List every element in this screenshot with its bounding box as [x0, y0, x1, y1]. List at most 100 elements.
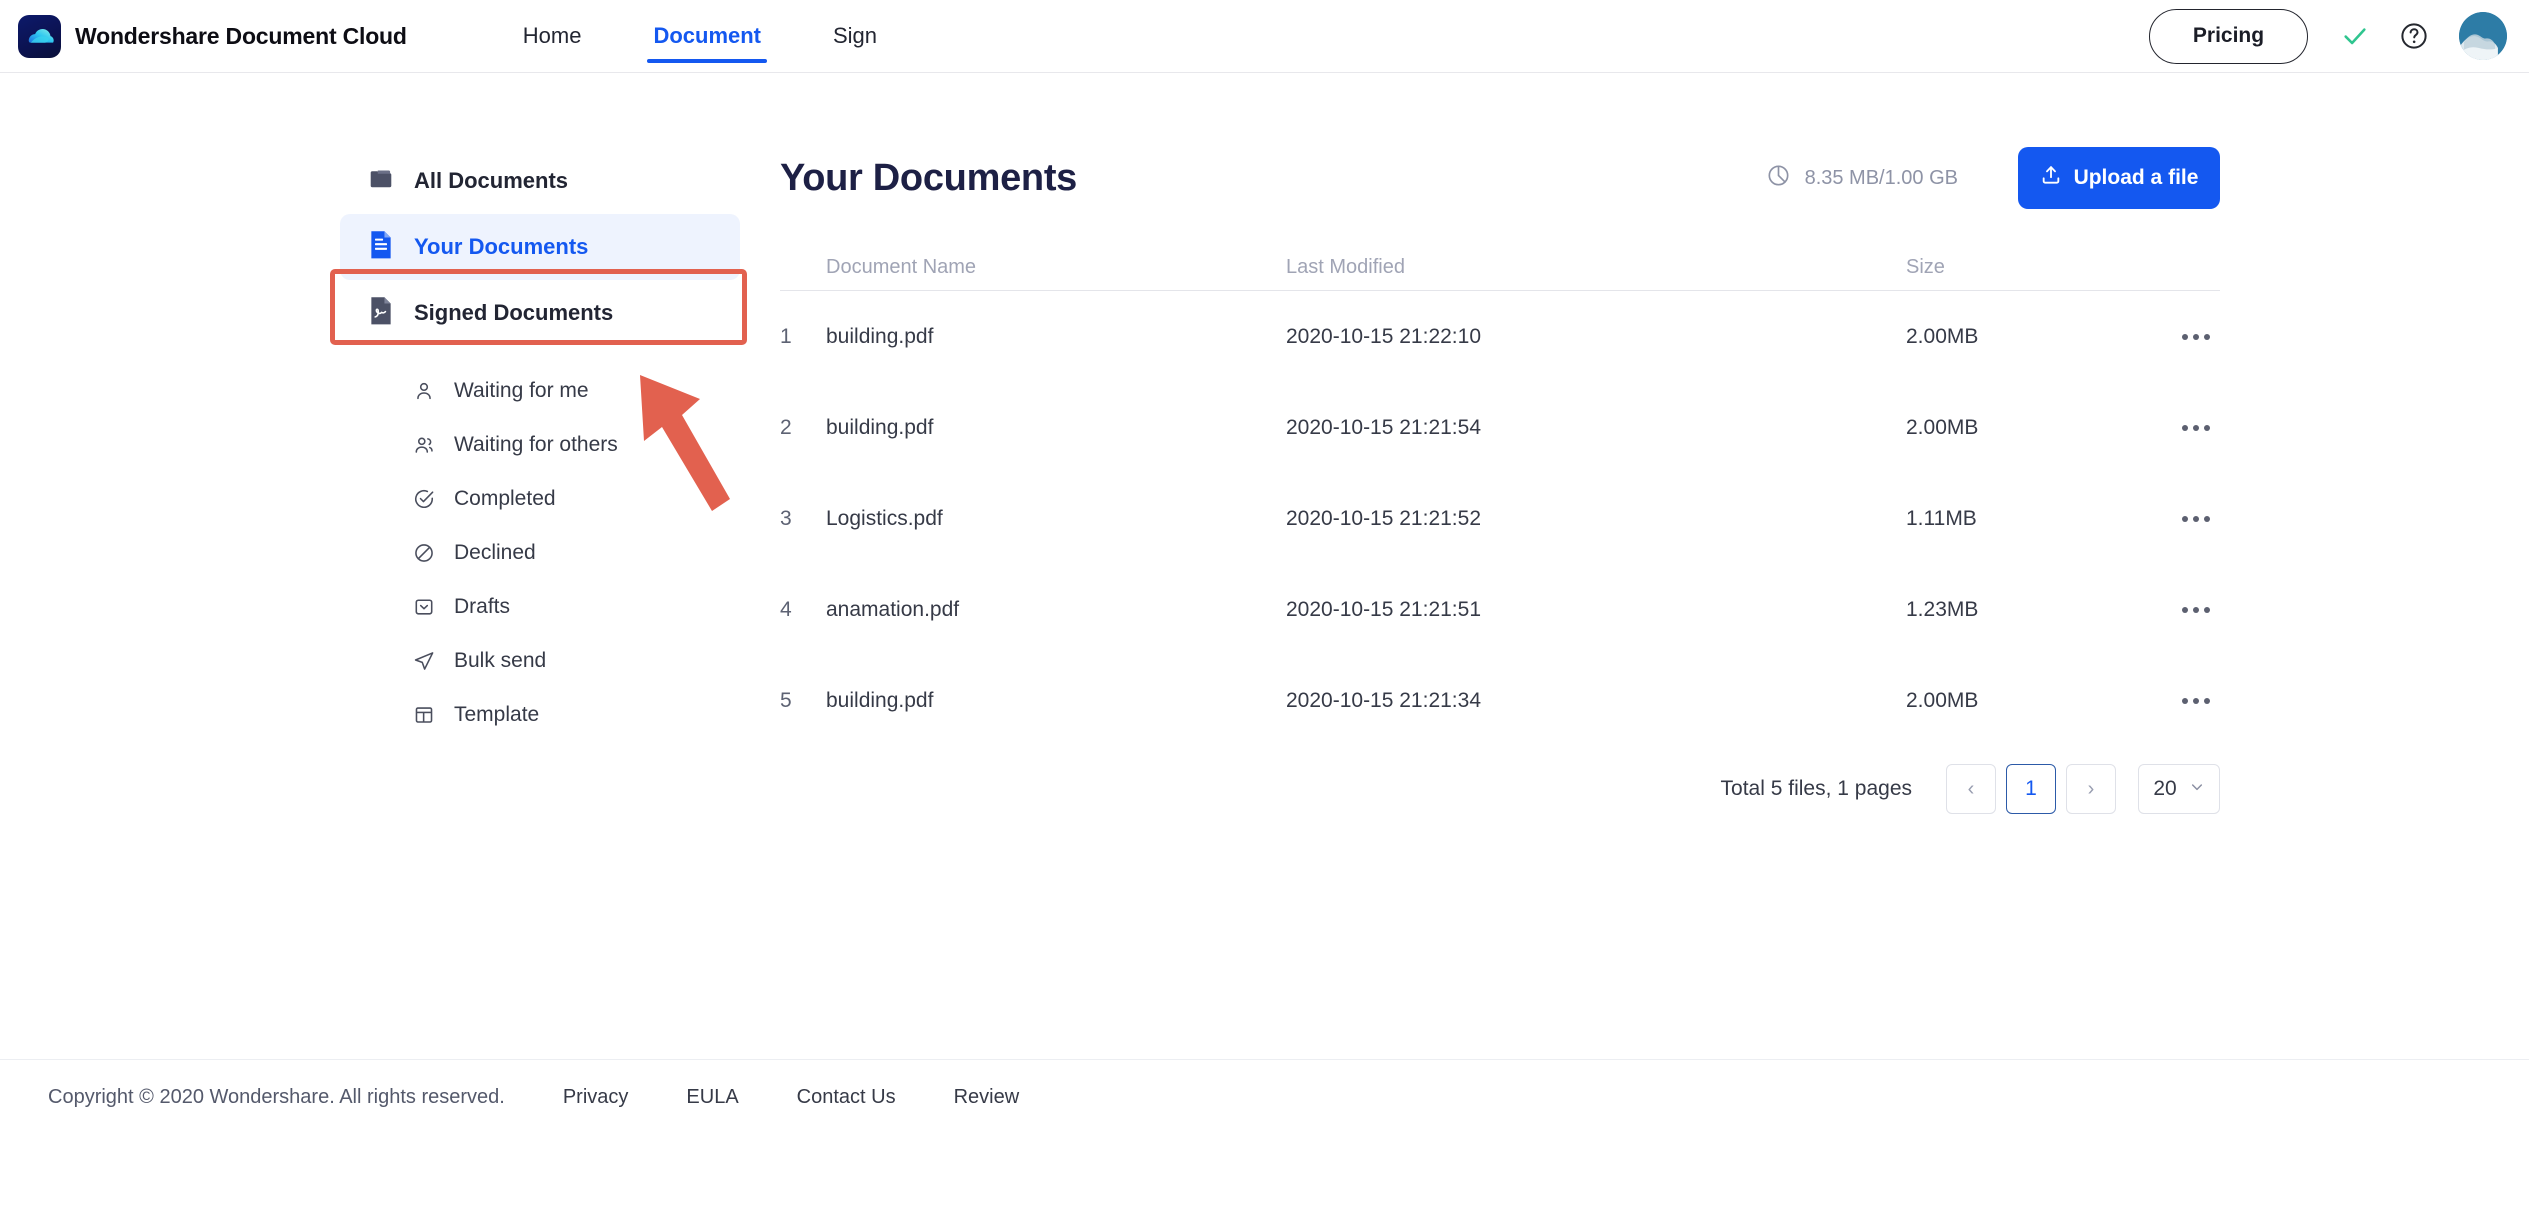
more-horizontal-icon[interactable] — [2172, 688, 2220, 714]
table-row[interactable]: 5 building.pdf 2020-10-15 21:21:34 2.00M… — [780, 655, 2220, 746]
pagination-page-1[interactable]: 1 — [2006, 764, 2056, 814]
check-circle-icon — [412, 487, 436, 511]
app-footer: Copyright © 2020 Wondershare. All rights… — [0, 1059, 2529, 1135]
sidebar-item-your-documents[interactable]: Your Documents — [340, 214, 740, 280]
row-document-name[interactable]: Logistics.pdf — [826, 507, 1286, 531]
page-size-value: 20 — [2153, 777, 2177, 800]
more-horizontal-icon[interactable] — [2172, 597, 2220, 623]
row-size: 1.23MB — [1906, 597, 1979, 621]
sidebar-item-label: Waiting for others — [454, 433, 618, 456]
table-header-row: Document Name Last Modified Size — [780, 245, 2220, 291]
upload-a-file-button[interactable]: Upload a file — [2018, 147, 2220, 209]
sidebar-item-template[interactable]: Template — [340, 688, 760, 742]
nav-item-document[interactable]: Document — [631, 0, 783, 73]
sidebar-item-signed-documents[interactable]: Signed Documents — [340, 280, 760, 346]
question-mark-icon[interactable] — [2399, 21, 2429, 51]
copyright-text: Copyright © 2020 Wondershare. All rights… — [48, 1086, 505, 1108]
user-avatar[interactable] — [2459, 12, 2507, 60]
row-last-modified: 2020-10-15 21:21:51 — [1286, 597, 1481, 621]
more-horizontal-icon[interactable] — [2172, 415, 2220, 441]
main-header: Your Documents 8.35 MB/1.00 GB Upload a … — [780, 133, 2220, 223]
row-size: 1.11MB — [1906, 506, 1977, 530]
table-row[interactable]: 3 Logistics.pdf 2020-10-15 21:21:52 1.11… — [780, 473, 2220, 564]
row-document-name[interactable]: building.pdf — [826, 325, 1286, 349]
person-icon — [412, 379, 436, 403]
pagination: Total 5 files, 1 pages ‹ 1 › 20 — [780, 764, 2220, 814]
row-document-name[interactable]: anamation.pdf — [826, 598, 1286, 622]
sidebar-item-label: Your Documents — [414, 234, 589, 259]
column-header-last-modified: Last Modified — [1286, 256, 1405, 278]
footer-link-privacy[interactable]: Privacy — [563, 1086, 629, 1109]
page-body: All Documents Your Documents Signed Docu… — [0, 73, 2529, 1135]
column-header-document-name: Document Name — [826, 256, 977, 278]
row-last-modified: 2020-10-15 21:21:34 — [1286, 688, 1481, 712]
header-actions: Pricing — [2149, 8, 2507, 64]
table-row[interactable]: 4 anamation.pdf 2020-10-15 21:21:51 1.23… — [780, 564, 2220, 655]
cloud-logo-icon — [18, 14, 61, 58]
brand-name: Wondershare Document Cloud — [75, 22, 407, 49]
folder-icon — [368, 166, 394, 197]
ban-circle-icon — [412, 541, 436, 565]
table-row[interactable]: 1 building.pdf 2020-10-15 21:22:10 2.00M… — [780, 291, 2220, 382]
paper-plane-icon — [412, 649, 436, 673]
sidebar-item-label: All Documents — [414, 168, 569, 193]
row-document-name[interactable]: building.pdf — [826, 416, 1286, 440]
sidebar-item-label: Drafts — [454, 595, 511, 618]
sidebar-item-label: Completed — [454, 487, 556, 510]
row-last-modified: 2020-10-15 21:22:10 — [1286, 324, 1481, 348]
row-index: 3 — [780, 506, 792, 530]
row-document-name[interactable]: building.pdf — [826, 689, 1286, 713]
footer-link-eula[interactable]: EULA — [686, 1086, 738, 1109]
sidebar: All Documents Your Documents Signed Docu… — [340, 148, 760, 742]
chevron-down-icon — [2189, 777, 2205, 801]
row-last-modified: 2020-10-15 21:21:54 — [1286, 415, 1481, 439]
pricing-button[interactable]: Pricing — [2149, 8, 2308, 64]
sidebar-item-waiting-for-me[interactable]: Waiting for me — [340, 364, 760, 418]
row-size: 2.00MB — [1906, 324, 1979, 348]
primary-nav: Home Document Sign — [487, 0, 913, 73]
more-horizontal-icon[interactable] — [2172, 324, 2220, 350]
sidebar-item-declined[interactable]: Declined — [340, 526, 760, 580]
row-size: 2.00MB — [1906, 415, 1979, 439]
more-horizontal-icon[interactable] — [2172, 506, 2220, 532]
app-header: Wondershare Document Cloud Home Document… — [0, 0, 2529, 73]
row-index: 5 — [780, 688, 792, 712]
sidebar-item-label: Bulk send — [454, 649, 547, 672]
nav-item-sign[interactable]: Sign — [811, 0, 899, 73]
sidebar-item-all-documents[interactable]: All Documents — [340, 148, 760, 214]
sidebar-item-label: Signed Documents — [414, 300, 614, 325]
row-index: 2 — [780, 415, 792, 439]
sidebar-item-waiting-for-others[interactable]: Waiting for others — [340, 418, 760, 472]
table-row[interactable]: 2 building.pdf 2020-10-15 21:21:54 2.00M… — [780, 382, 2220, 473]
sidebar-item-bulk-send[interactable]: Bulk send — [340, 634, 760, 688]
row-index: 1 — [780, 324, 792, 348]
upload-button-label: Upload a file — [2073, 166, 2199, 189]
pagination-next-button[interactable]: › — [2066, 764, 2116, 814]
upload-icon — [2040, 164, 2062, 192]
footer-link-contact-us[interactable]: Contact Us — [797, 1086, 896, 1109]
footer-link-review[interactable]: Review — [954, 1086, 1020, 1109]
pagination-total-text: Total 5 files, 1 pages — [1720, 777, 1912, 800]
document-icon — [368, 230, 394, 265]
layout-grid-icon — [412, 703, 436, 727]
people-icon — [412, 433, 436, 457]
nav-item-home[interactable]: Home — [501, 0, 604, 73]
documents-table: Document Name Last Modified Size 1 build… — [780, 245, 2220, 746]
brand: Wondershare Document Cloud — [18, 14, 407, 58]
sidebar-item-label: Waiting for me — [454, 379, 589, 402]
sidebar-item-label: Declined — [454, 541, 536, 564]
check-icon[interactable] — [2341, 22, 2369, 50]
column-header-size: Size — [1906, 256, 1945, 278]
main-content: Your Documents 8.35 MB/1.00 GB Upload a … — [780, 133, 2220, 814]
storage-usage: 8.35 MB/1.00 GB — [1766, 163, 1958, 193]
storage-text: 8.35 MB/1.00 GB — [1804, 166, 1958, 189]
sidebar-item-label: Template — [454, 703, 540, 726]
sidebar-item-drafts[interactable]: Drafts — [340, 580, 760, 634]
row-size: 2.00MB — [1906, 688, 1979, 712]
pagination-prev-button[interactable]: ‹ — [1946, 764, 1996, 814]
row-last-modified: 2020-10-15 21:21:52 — [1286, 506, 1481, 530]
sidebar-item-completed[interactable]: Completed — [340, 472, 760, 526]
pie-chart-icon — [1766, 163, 1791, 193]
page-size-select[interactable]: 20 — [2138, 764, 2220, 814]
signed-document-icon — [368, 296, 394, 331]
